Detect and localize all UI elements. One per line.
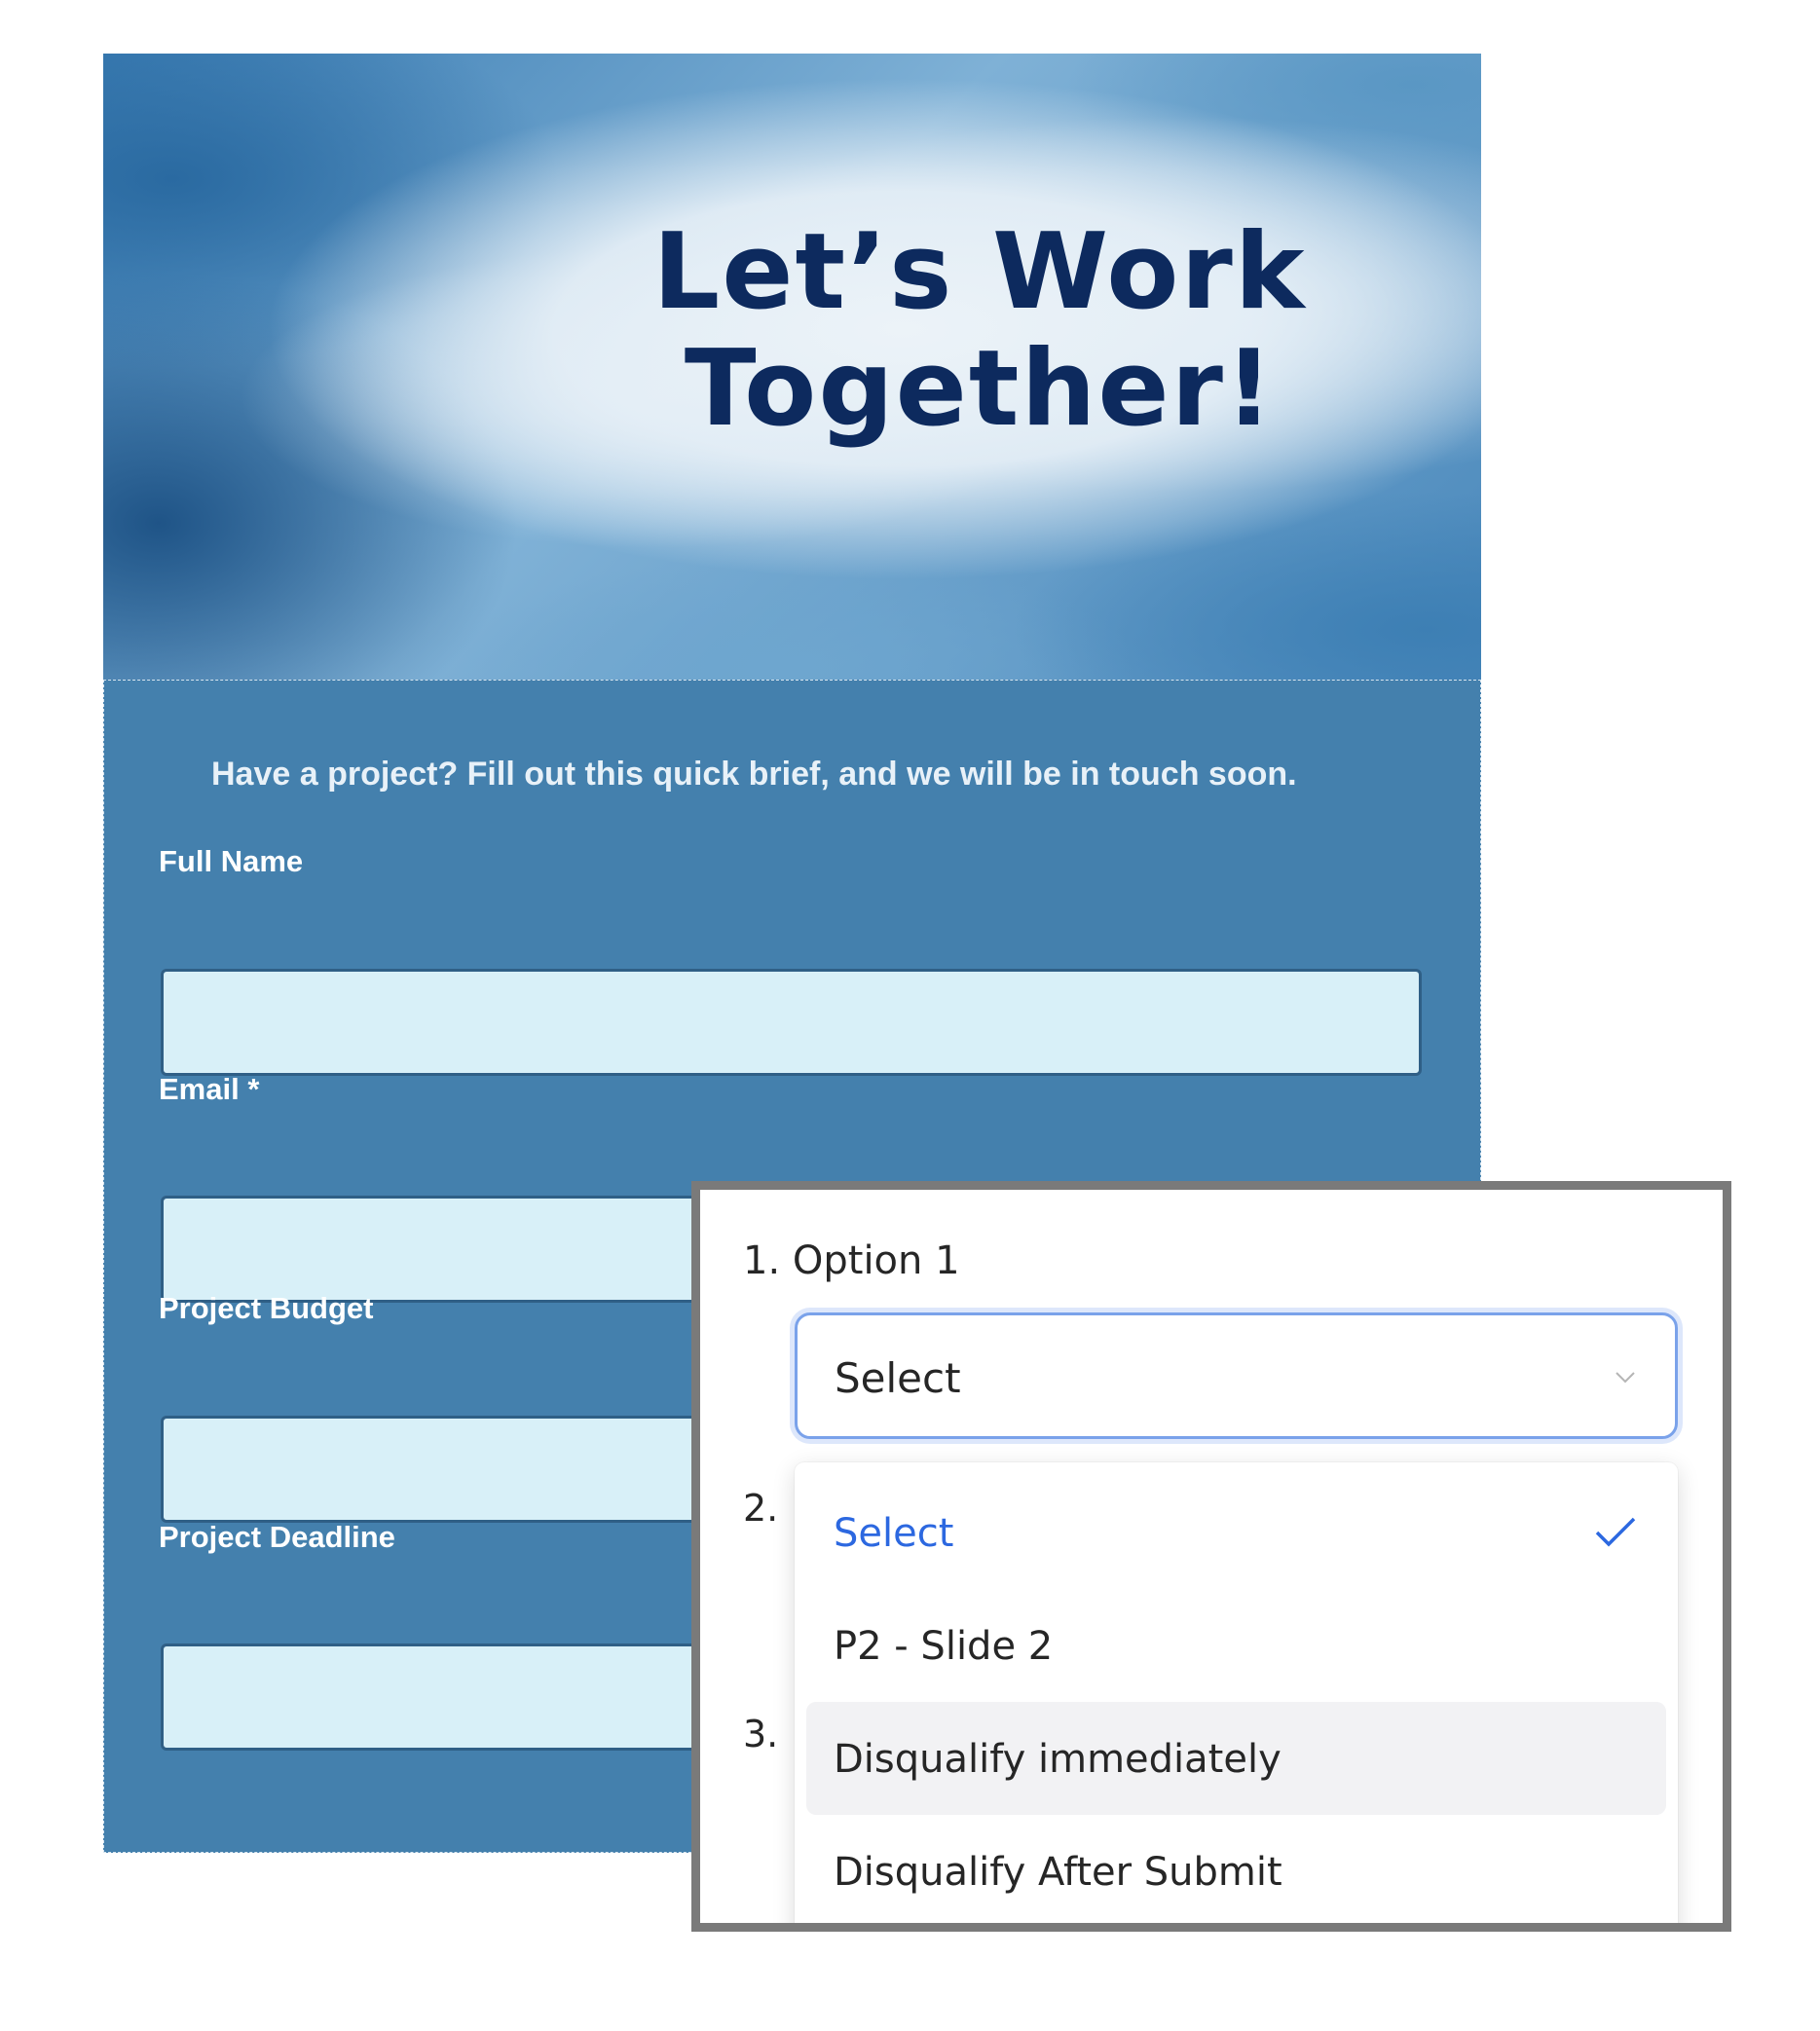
question-number-3: 3.: [743, 1713, 779, 1755]
project-deadline-label: Project Deadline: [159, 1520, 395, 1554]
banner-title-line-1: Let’s Work: [652, 211, 1307, 333]
dropdown-menu: Select P2 - Slide 2 Disqualify immediate…: [795, 1462, 1678, 1923]
full-name-label: Full Name: [159, 844, 304, 878]
option-select-item[interactable]: Select: [806, 1476, 1666, 1589]
chevron-down-icon: [1616, 1372, 1635, 1384]
banner-title: Let’s Work Together!: [532, 214, 1428, 448]
project-budget-label: Project Budget: [159, 1291, 374, 1325]
option-disqualify-after-submit[interactable]: Disqualify After Submit: [806, 1815, 1666, 1923]
header-banner: Let’s Work Together!: [103, 54, 1481, 680]
option-disqualify-immediately[interactable]: Disqualify immediately: [806, 1702, 1666, 1815]
email-label: Email *: [159, 1072, 260, 1106]
question-label: 1. Option 1: [743, 1238, 960, 1283]
select-value: Select: [835, 1354, 961, 1402]
check-icon: [1595, 1517, 1636, 1547]
question-number-2: 2.: [743, 1487, 779, 1530]
intro-text: Have a project? Fill out this quick brie…: [211, 756, 1297, 793]
option-label: Disqualify After Submit: [834, 1850, 1282, 1895]
option-label: Select: [834, 1511, 954, 1556]
option-label: P2 - Slide 2: [834, 1624, 1054, 1669]
option-select[interactable]: Select: [795, 1312, 1678, 1439]
banner-title-line-2: Together!: [684, 328, 1276, 450]
full-name-input[interactable]: [161, 969, 1422, 1076]
dropdown-zoom-panel: 1. Option 1 Select 2. 3. Select P2 - Sli…: [691, 1181, 1731, 1932]
option-p2-slide-2[interactable]: P2 - Slide 2: [806, 1589, 1666, 1702]
option-label: Disqualify immediately: [834, 1737, 1281, 1782]
